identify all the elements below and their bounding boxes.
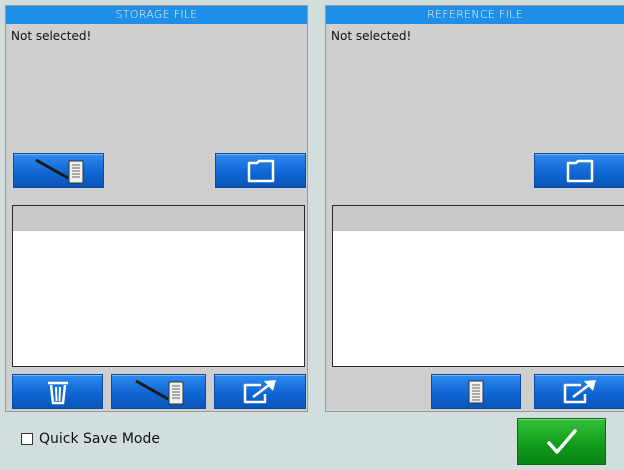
- quick-save-label: Quick Save Mode: [39, 431, 160, 447]
- folder-icon: [566, 159, 594, 182]
- storage-file-status: Not selected!: [11, 29, 92, 43]
- storage-import-lower-button[interactable]: [111, 374, 206, 409]
- storage-delete-button[interactable]: [12, 374, 103, 409]
- quick-save-checkbox[interactable]: [21, 433, 33, 445]
- ok-button[interactable]: [517, 418, 606, 465]
- reference-file-title: REFERENCE FILE: [326, 6, 624, 24]
- reference-file-status: Not selected!: [331, 29, 412, 43]
- storage-file-panel: STORAGE FILE Not selected!: [5, 5, 308, 412]
- document-icon: [468, 380, 484, 403]
- reference-file-panel: REFERENCE FILE Not selected!: [325, 5, 624, 412]
- export-arrow-icon: [243, 379, 276, 403]
- quick-save-toggle[interactable]: Quick Save Mode: [21, 431, 160, 447]
- pen-document-icon: [134, 379, 183, 404]
- storage-file-list[interactable]: [12, 205, 305, 367]
- export-arrow-icon: [563, 379, 596, 403]
- reference-file-list[interactable]: [332, 205, 624, 367]
- reference-list-header: [333, 206, 624, 231]
- trash-icon: [47, 381, 68, 404]
- storage-browse-folder-button[interactable]: [215, 153, 306, 188]
- reference-export-button[interactable]: [534, 374, 624, 409]
- storage-export-button[interactable]: [214, 374, 306, 409]
- storage-list-header: [13, 206, 304, 231]
- folder-icon: [247, 159, 274, 182]
- pen-document-icon: [34, 158, 83, 183]
- checkmark-icon: [546, 428, 577, 454]
- storage-import-button[interactable]: [13, 153, 104, 188]
- storage-file-title: STORAGE FILE: [6, 6, 307, 24]
- reference-document-button[interactable]: [431, 374, 521, 409]
- reference-browse-folder-button[interactable]: [534, 153, 624, 188]
